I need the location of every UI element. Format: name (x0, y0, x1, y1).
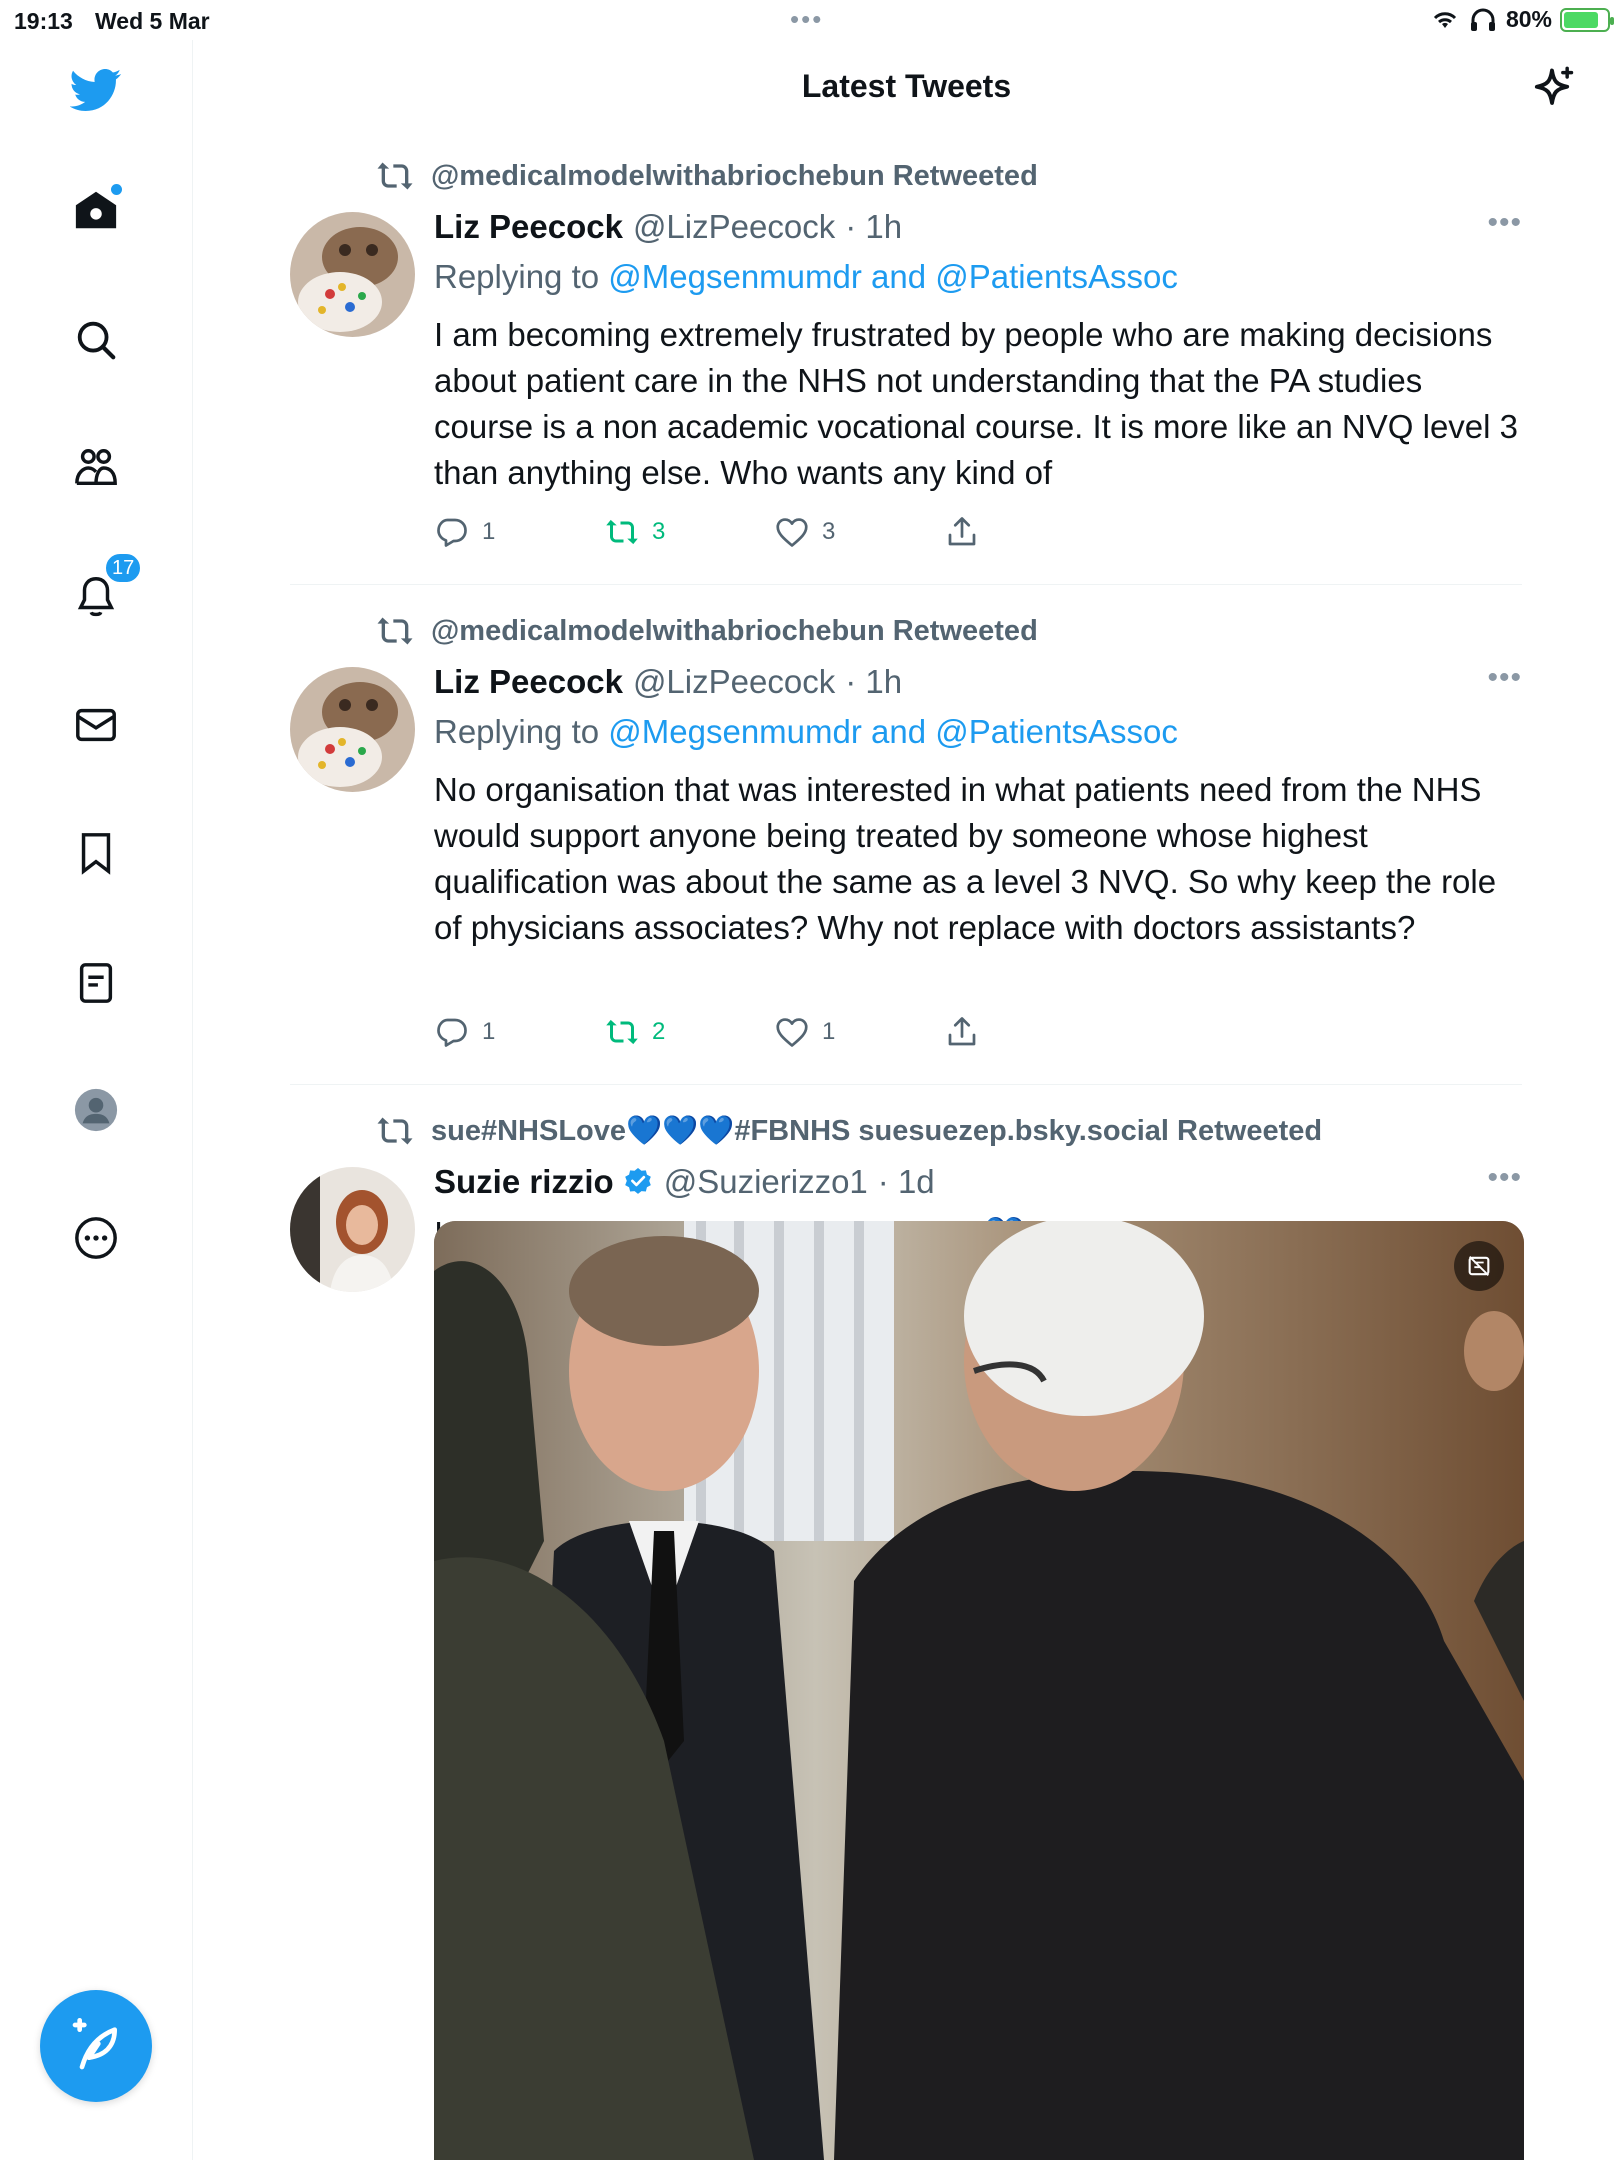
tweet-time[interactable]: · 1h (845, 208, 902, 246)
tweet-text: No organisation that was interested in w… (434, 771, 1497, 946)
tweet-author: Liz Peecock @LizPeecock · 1h (434, 663, 902, 701)
retweet-context: @medicalmodelwithabriochebun Retweeted (375, 611, 1038, 651)
tweet-more-options-icon[interactable]: ••• (1487, 1161, 1522, 1195)
retweeted-by-label[interactable]: @medicalmodelwithabriochebun Retweeted (431, 160, 1038, 193)
retweet-icon (606, 1019, 638, 1045)
retweet-small-icon (377, 1117, 413, 1145)
reply-button[interactable]: 1 (434, 512, 604, 552)
status-date: Wed 5 Mar (95, 8, 210, 34)
home-icon[interactable] (66, 180, 126, 240)
retweet-button[interactable]: 3 (604, 512, 774, 552)
share-button[interactable] (944, 1012, 1114, 1052)
battery-percentage: 80% (1505, 6, 1552, 32)
retweet-context: @medicalmodelwithabriochebun Retweeted (375, 156, 1038, 196)
retweet-count: 3 (652, 518, 666, 545)
retweeted-by-label[interactable]: sue#NHSLove💙💙💙#FBNHS suesuezep.bsky.soci… (431, 1114, 1322, 1148)
replying-to-prefix: Replying to (434, 713, 600, 750)
status-indicators: 80% (1430, 6, 1614, 33)
multitasking-dots-icon[interactable]: ••• (790, 4, 823, 35)
heart-icon (776, 518, 808, 547)
author-handle[interactable]: @Suzierizzo1 (664, 1163, 868, 1201)
tweet-time[interactable]: · 1d (878, 1163, 935, 1201)
share-button[interactable] (944, 512, 1114, 552)
retweet-small-icon (377, 162, 413, 190)
compose-tweet-button[interactable] (40, 1990, 152, 2102)
avatar[interactable] (290, 212, 415, 337)
tweet-more-options-icon[interactable]: ••• (1487, 661, 1522, 695)
author-handle[interactable]: @LizPeecock (633, 663, 835, 701)
retweet-small-icon (377, 617, 413, 645)
notifications-icon[interactable]: 17 (66, 552, 143, 626)
sparkle-timeline-switch-icon[interactable] (1526, 64, 1578, 116)
reply-count: 1 (482, 1018, 496, 1045)
headphones-icon (1470, 8, 1495, 31)
compose-feather-icon (72, 2018, 117, 2070)
replying-to-handles[interactable]: @Megsenmumdr and @PatientsAssoc (608, 713, 1178, 750)
retweet-count: 2 (652, 1018, 666, 1045)
tweet-text: I am becoming extremely frustrated by pe… (434, 316, 1519, 491)
author-name[interactable]: Liz Peecock (434, 663, 623, 701)
sidebar: 17 (0, 40, 193, 2160)
video-frame (434, 1221, 1524, 2160)
replying-to: Replying to @Megsenmumdr and @PatientsAs… (434, 258, 1178, 296)
communities-icon[interactable] (66, 438, 126, 498)
tweet-actions: 1 2 1 (434, 1012, 1114, 1052)
status-time: 19:13 (14, 8, 73, 34)
tweet-time[interactable]: · 1h (845, 663, 902, 701)
lists-icon[interactable] (66, 953, 126, 1013)
like-button[interactable]: 3 (774, 512, 944, 552)
notification-count-badge: 17 (104, 552, 143, 584)
author-name[interactable]: Liz Peecock (434, 208, 623, 246)
more-icon[interactable] (66, 1208, 126, 1268)
author-name[interactable]: Suzie rizzio (434, 1163, 614, 1201)
reply-icon (437, 1018, 467, 1047)
home-unread-dot (111, 184, 122, 195)
search-icon[interactable] (66, 310, 126, 370)
verified-badge-icon (624, 1168, 651, 1194)
tweet[interactable]: @medicalmodelwithabriochebun Retweeted L… (290, 585, 1522, 1085)
like-button[interactable]: 1 (774, 1012, 944, 1052)
replying-to-prefix: Replying to (434, 258, 600, 295)
avatar[interactable] (290, 1167, 415, 1292)
share-icon (948, 1017, 976, 1046)
replying-to: Replying to @Megsenmumdr and @PatientsAs… (434, 713, 1178, 751)
profile-icon[interactable] (66, 1080, 126, 1140)
avatar[interactable] (290, 667, 415, 792)
author-handle[interactable]: @LizPeecock (633, 208, 835, 246)
timeline-header: Latest Tweets (193, 40, 1620, 140)
tweet[interactable]: sue#NHSLove💙💙💙#FBNHS suesuezep.bsky.soci… (290, 1085, 1524, 2160)
status-bar: 19:13 Wed 5 Mar ••• 80% (0, 0, 1620, 40)
media-settings-icon[interactable] (1454, 1241, 1504, 1291)
like-count: 3 (822, 518, 836, 545)
retweet-context: sue#NHSLove💙💙💙#FBNHS suesuezep.bsky.soci… (375, 1111, 1322, 1151)
tweet-more-options-icon[interactable]: ••• (1487, 206, 1522, 240)
tweet-media-video[interactable] (434, 1221, 1524, 2160)
tweet-actions: 1 3 3 (434, 512, 1114, 552)
messages-icon[interactable] (66, 695, 126, 755)
reply-icon (437, 518, 467, 547)
like-count: 1 (822, 1018, 836, 1045)
bookmarks-icon[interactable] (66, 823, 126, 883)
tweet[interactable]: @medicalmodelwithabriochebun Retweeted L… (290, 140, 1522, 585)
reply-count: 1 (482, 518, 496, 545)
page-title: Latest Tweets (801, 68, 1012, 104)
tweet-feed: @medicalmodelwithabriochebun Retweeted L… (290, 140, 1524, 2160)
reply-button[interactable]: 1 (434, 1012, 604, 1052)
share-icon (948, 517, 976, 546)
retweet-icon (606, 519, 638, 545)
retweet-button[interactable]: 2 (604, 1012, 774, 1052)
retweeted-by-label[interactable]: @medicalmodelwithabriochebun Retweeted (431, 615, 1038, 648)
tweet-author: Suzie rizzio @Suzierizzo1 · 1d (434, 1163, 935, 1201)
battery-icon (1560, 7, 1614, 32)
twitter-logo-icon[interactable] (66, 60, 126, 120)
wifi-icon (1433, 11, 1457, 28)
heart-icon (776, 1018, 808, 1047)
replying-to-handles[interactable]: @Megsenmumdr and @PatientsAssoc (608, 258, 1178, 295)
tweet-author: Liz Peecock @LizPeecock · 1h (434, 208, 902, 246)
